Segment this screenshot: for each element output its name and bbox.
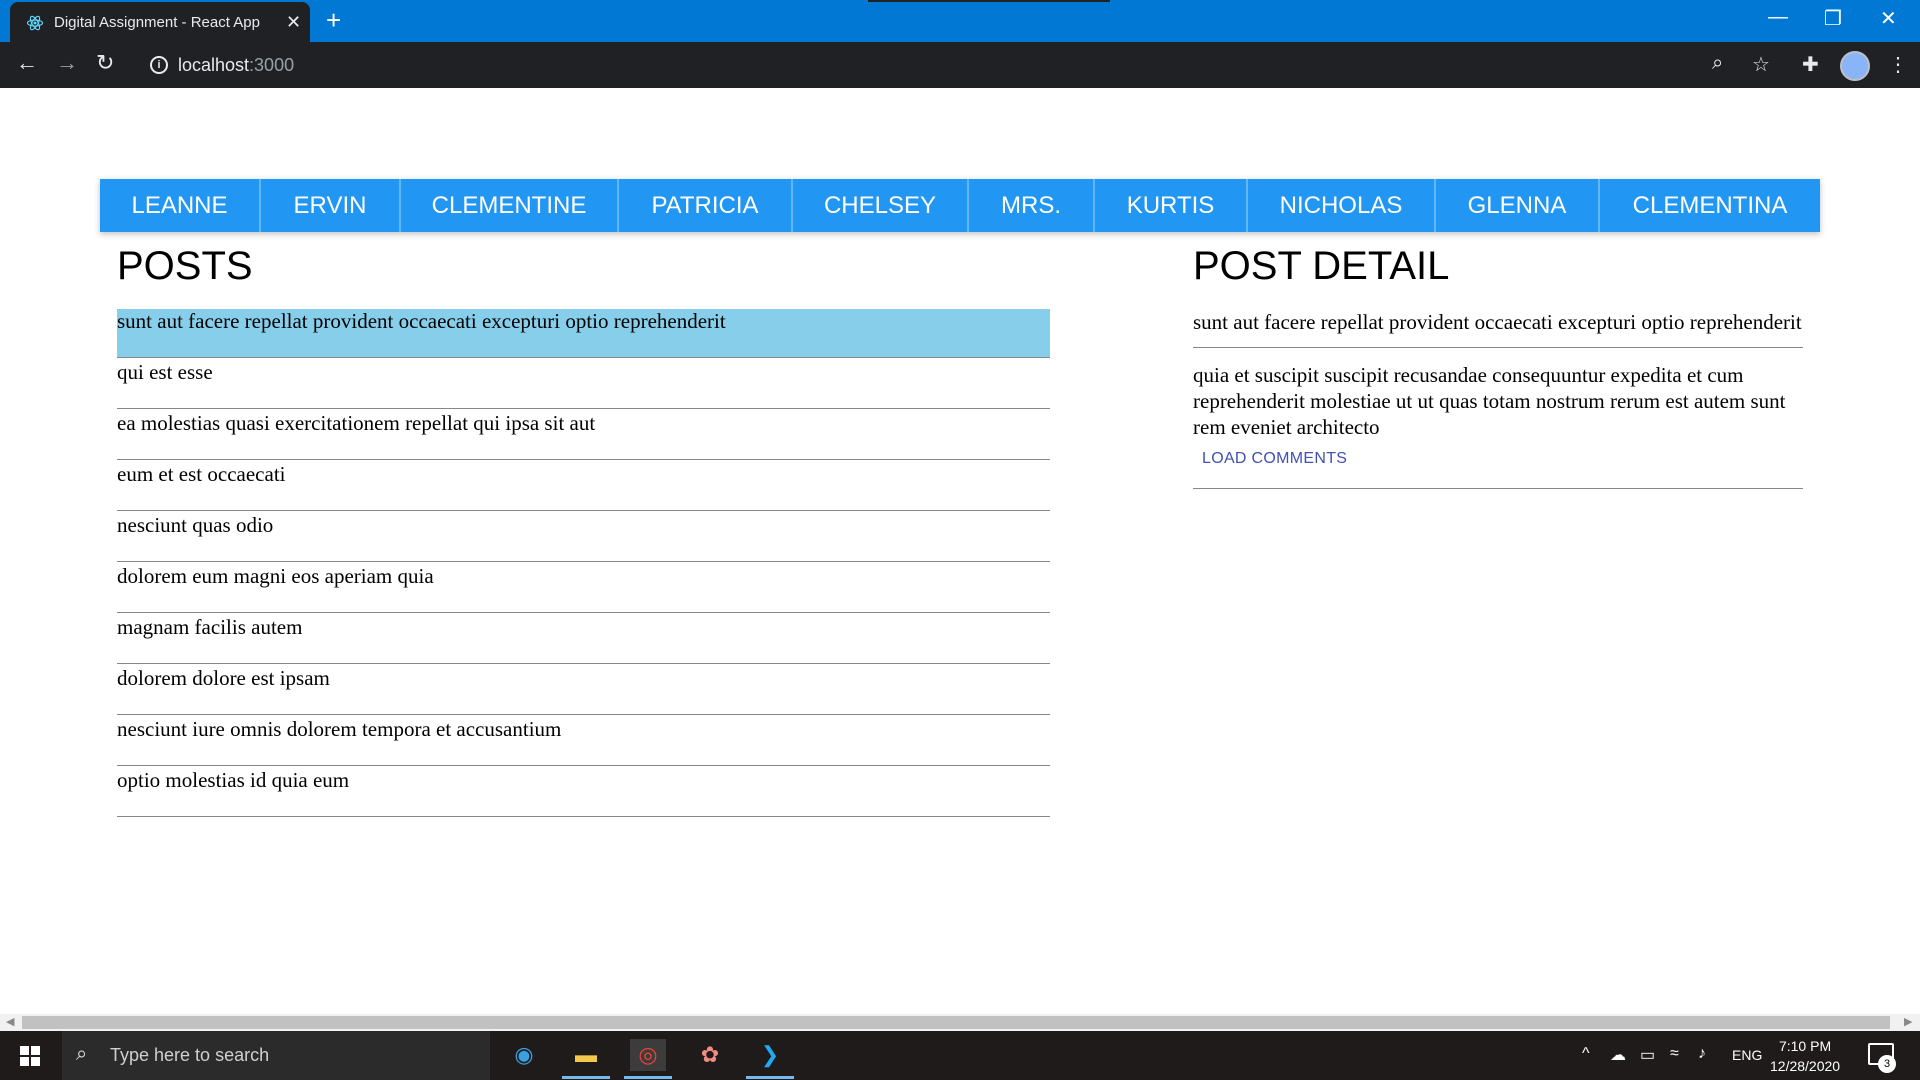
- horizontal-scrollbar[interactable]: ◀ ▶: [0, 1014, 1920, 1031]
- minimize-icon[interactable]: —: [1768, 6, 1788, 29]
- vscode-icon[interactable]: ❯: [746, 1039, 794, 1079]
- post-list: sunt aut facere repellat provident occae…: [117, 309, 1050, 817]
- post-item[interactable]: sunt aut facere repellat provident occae…: [117, 309, 1050, 358]
- post-detail-panel: POST DETAIL sunt aut facere repellat pro…: [1193, 243, 1803, 489]
- posts-panel: POSTS sunt aut facere repellat provident…: [117, 243, 1050, 819]
- chevron-up-icon[interactable]: ^: [1582, 1045, 1590, 1063]
- zoom-icon[interactable]: ⌕: [1712, 52, 1723, 75]
- chrome-icon[interactable]: ◎: [624, 1039, 672, 1079]
- user-button-chelsey[interactable]: CHELSEY: [793, 179, 969, 232]
- post-item[interactable]: optio molestias id quia eum: [117, 768, 1050, 817]
- forward-icon[interactable]: →: [56, 50, 78, 76]
- taskbar-search[interactable]: ⌕ Type here to search: [62, 1031, 490, 1080]
- user-button-nicholas[interactable]: NICHOLAS: [1248, 179, 1436, 232]
- post-item[interactable]: nesciunt quas odio: [117, 513, 1050, 562]
- post-item[interactable]: qui est esse: [117, 360, 1050, 409]
- tab-title: Digital Assignment - React App: [54, 14, 260, 31]
- new-tab-button[interactable]: +: [326, 5, 341, 36]
- scroll-right-icon[interactable]: ▶: [1904, 1014, 1912, 1031]
- file-explorer-icon[interactable]: ▬: [562, 1039, 610, 1079]
- notification-badge: 3: [1878, 1055, 1896, 1073]
- scrollbar-thumb[interactable]: [22, 1016, 1890, 1029]
- user-nav-bar: LEANNE ERVIN CLEMENTINE PATRICIA CHELSEY…: [100, 179, 1820, 232]
- user-button-clementina[interactable]: CLEMENTINA: [1600, 179, 1820, 232]
- user-button-leanne[interactable]: LEANNE: [100, 179, 261, 232]
- window-drag-indicator: [868, 0, 1110, 2]
- user-button-kurtis[interactable]: KURTIS: [1095, 179, 1248, 232]
- clock-time: 7:10 PM: [1778, 1038, 1832, 1054]
- windows-taskbar: ⌕ Type here to search ◉ ▬ ◎ ✿ ❯ ^ ☁ ▭ ≈ …: [0, 1031, 1920, 1080]
- post-item[interactable]: nesciunt iure omnis dolorem tempora et a…: [117, 717, 1050, 766]
- post-detail-body: quia et suscipit suscipit recusandae con…: [1193, 363, 1786, 439]
- scroll-left-icon[interactable]: ◀: [6, 1014, 14, 1031]
- posts-heading: POSTS: [117, 244, 253, 288]
- star-icon[interactable]: ☆: [1752, 52, 1770, 77]
- react-icon: [26, 15, 44, 31]
- close-window-icon[interactable]: ✕: [1880, 6, 1897, 31]
- reload-icon[interactable]: ↻: [96, 50, 114, 76]
- restore-icon[interactable]: ❐: [1824, 6, 1842, 31]
- onedrive-icon[interactable]: ☁: [1610, 1045, 1626, 1065]
- close-tab-icon[interactable]: ✕: [286, 12, 301, 33]
- language-indicator[interactable]: ENG: [1732, 1047, 1762, 1063]
- user-button-patricia[interactable]: PATRICIA: [619, 179, 793, 232]
- profile-avatar[interactable]: [1840, 51, 1870, 81]
- post-item[interactable]: ea molestias quasi exercitationem repell…: [117, 411, 1050, 460]
- post-item[interactable]: dolorem dolore est ipsam: [117, 666, 1050, 715]
- browser-tab-strip: Digital Assignment - React App ✕ + — ❐ ✕: [0, 0, 1920, 42]
- address-bar[interactable]: i localhost:3000: [136, 47, 1728, 83]
- menu-icon[interactable]: ⋮: [1888, 52, 1908, 77]
- browser-toolbar: ← → ↻ i localhost:3000 ⌕ ☆ ✚ ⋮: [0, 42, 1920, 88]
- post-detail-heading: POST DETAIL: [1193, 244, 1450, 288]
- windows-start-icon[interactable]: [20, 1046, 40, 1066]
- user-button-mrs[interactable]: MRS.: [969, 179, 1095, 232]
- wifi-icon[interactable]: ≈: [1670, 1045, 1679, 1063]
- post-detail-title: sunt aut facere repellat provident occae…: [1193, 309, 1803, 348]
- taskbar-clock[interactable]: 7:10 PM 12/28/2020: [1770, 1036, 1840, 1076]
- post-item[interactable]: dolorem eum magni eos aperiam quia: [117, 564, 1050, 613]
- post-item[interactable]: eum et est occaecati: [117, 462, 1050, 511]
- post-item[interactable]: magnam facilis autem: [117, 615, 1050, 664]
- load-comments-button[interactable]: LOAD COMMENTS: [1202, 450, 1347, 468]
- paint-icon[interactable]: ✿: [692, 1039, 728, 1071]
- edge-icon[interactable]: ◉: [506, 1039, 542, 1071]
- search-placeholder: Type here to search: [110, 1045, 270, 1065]
- back-icon[interactable]: ←: [16, 50, 38, 76]
- user-button-glenna[interactable]: GLENNA: [1436, 179, 1600, 232]
- user-button-ervin[interactable]: ERVIN: [261, 179, 401, 232]
- volume-icon[interactable]: ♪: [1698, 1045, 1706, 1063]
- clock-date: 12/28/2020: [1770, 1058, 1841, 1074]
- detail-divider: [1193, 488, 1803, 489]
- extensions-icon[interactable]: ✚: [1802, 52, 1819, 77]
- browser-tab[interactable]: Digital Assignment - React App ✕: [10, 2, 310, 42]
- info-icon[interactable]: i: [150, 56, 168, 74]
- user-button-clementine[interactable]: CLEMENTINE: [401, 179, 619, 232]
- url-text: localhost:3000: [178, 55, 295, 75]
- battery-icon[interactable]: ▭: [1640, 1045, 1655, 1065]
- search-icon: ⌕: [76, 1043, 88, 1065]
